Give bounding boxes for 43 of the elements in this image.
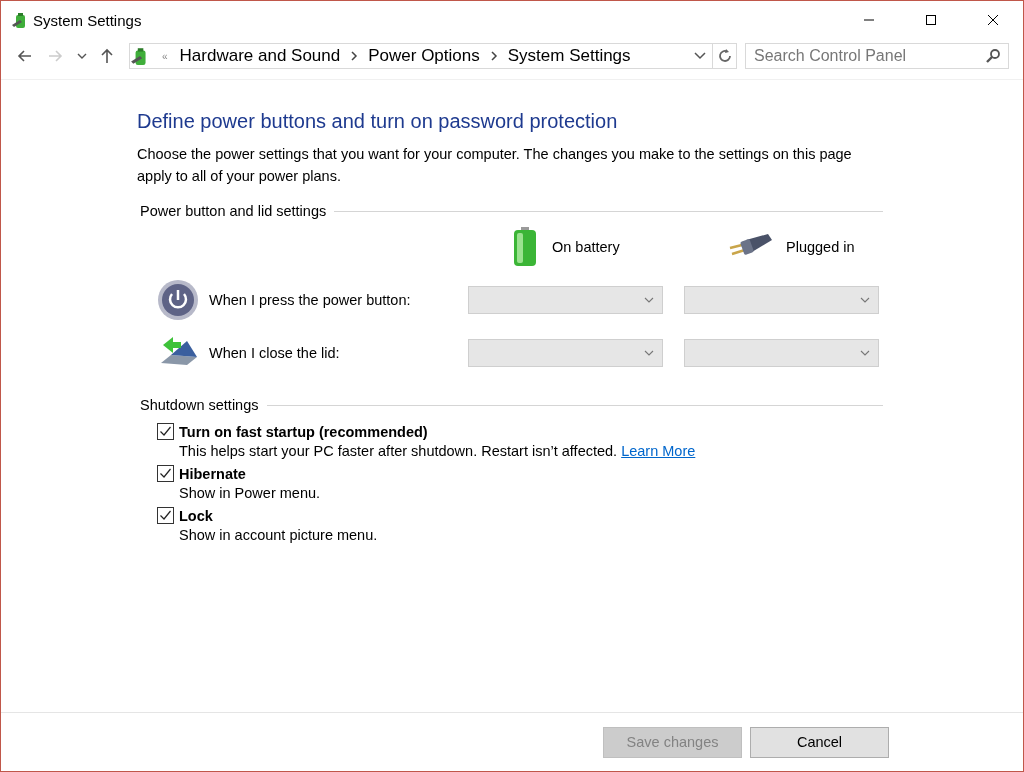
column-header: On battery [552,239,620,255]
back-arrow-icon[interactable] [17,48,33,64]
chevron-right-icon[interactable] [350,51,359,61]
checkbox[interactable] [157,423,174,440]
section-title: Shutdown settings [140,397,259,413]
checkbox[interactable] [157,465,174,482]
breadcrumb[interactable]: Power Options [368,46,480,66]
setting-label: When I close the lid: [209,345,340,361]
breadcrumb[interactable]: Hardware and Sound [179,46,341,66]
refresh-button[interactable] [713,43,737,69]
option-label: Hibernate [179,465,246,482]
window-title: System Settings [33,11,142,29]
page-heading: Define power buttons and turn on password protection [137,110,619,133]
battery-icon [512,227,538,267]
up-arrow-icon[interactable] [99,48,115,64]
search-icon [985,48,1001,64]
chevron-right-icon[interactable] [489,51,498,61]
section-title: Power button and lid settings [140,203,327,219]
learn-more-link[interactable]: Learn More [621,443,696,459]
search-field[interactable]: Search Control Panel [745,43,1009,69]
column-header: Plugged in [786,239,855,255]
footer-button[interactable]: Cancel [750,726,889,758]
checkbox[interactable] [157,507,174,524]
option-description: This helps start your PC faster after shutdown. Restart isn’t affected. [179,443,618,459]
chevron-down-icon[interactable] [694,51,706,61]
chevron-down-icon [644,350,654,356]
option-description: Show in account picture menu. [179,527,378,543]
chevron-down-icon [860,350,870,356]
power-icon [157,279,199,321]
chevron-down-icon [644,297,654,303]
option-label: Turn on fast startup (recommended) [179,423,428,440]
option-description: Show in Power menu. [179,485,321,501]
refresh-icon [716,48,733,64]
page-description: Choose the power settings that you want for your computer. The changes you make to the settings on this page apply to all of your power plans. [137,145,853,186]
breadcrumb[interactable]: System Settings [507,46,631,66]
option-label: Lock [179,507,213,524]
maximize-icon[interactable] [925,14,937,26]
close-icon[interactable] [987,14,999,26]
chevron-down-icon[interactable] [77,51,87,61]
setting-label: When I press the power button: [209,292,411,308]
overflow-marker[interactable]: « [162,50,168,62]
chevron-down-icon [860,297,870,303]
address-bar[interactable]: « Hardware and Sound Power Options System Settings [129,43,713,69]
